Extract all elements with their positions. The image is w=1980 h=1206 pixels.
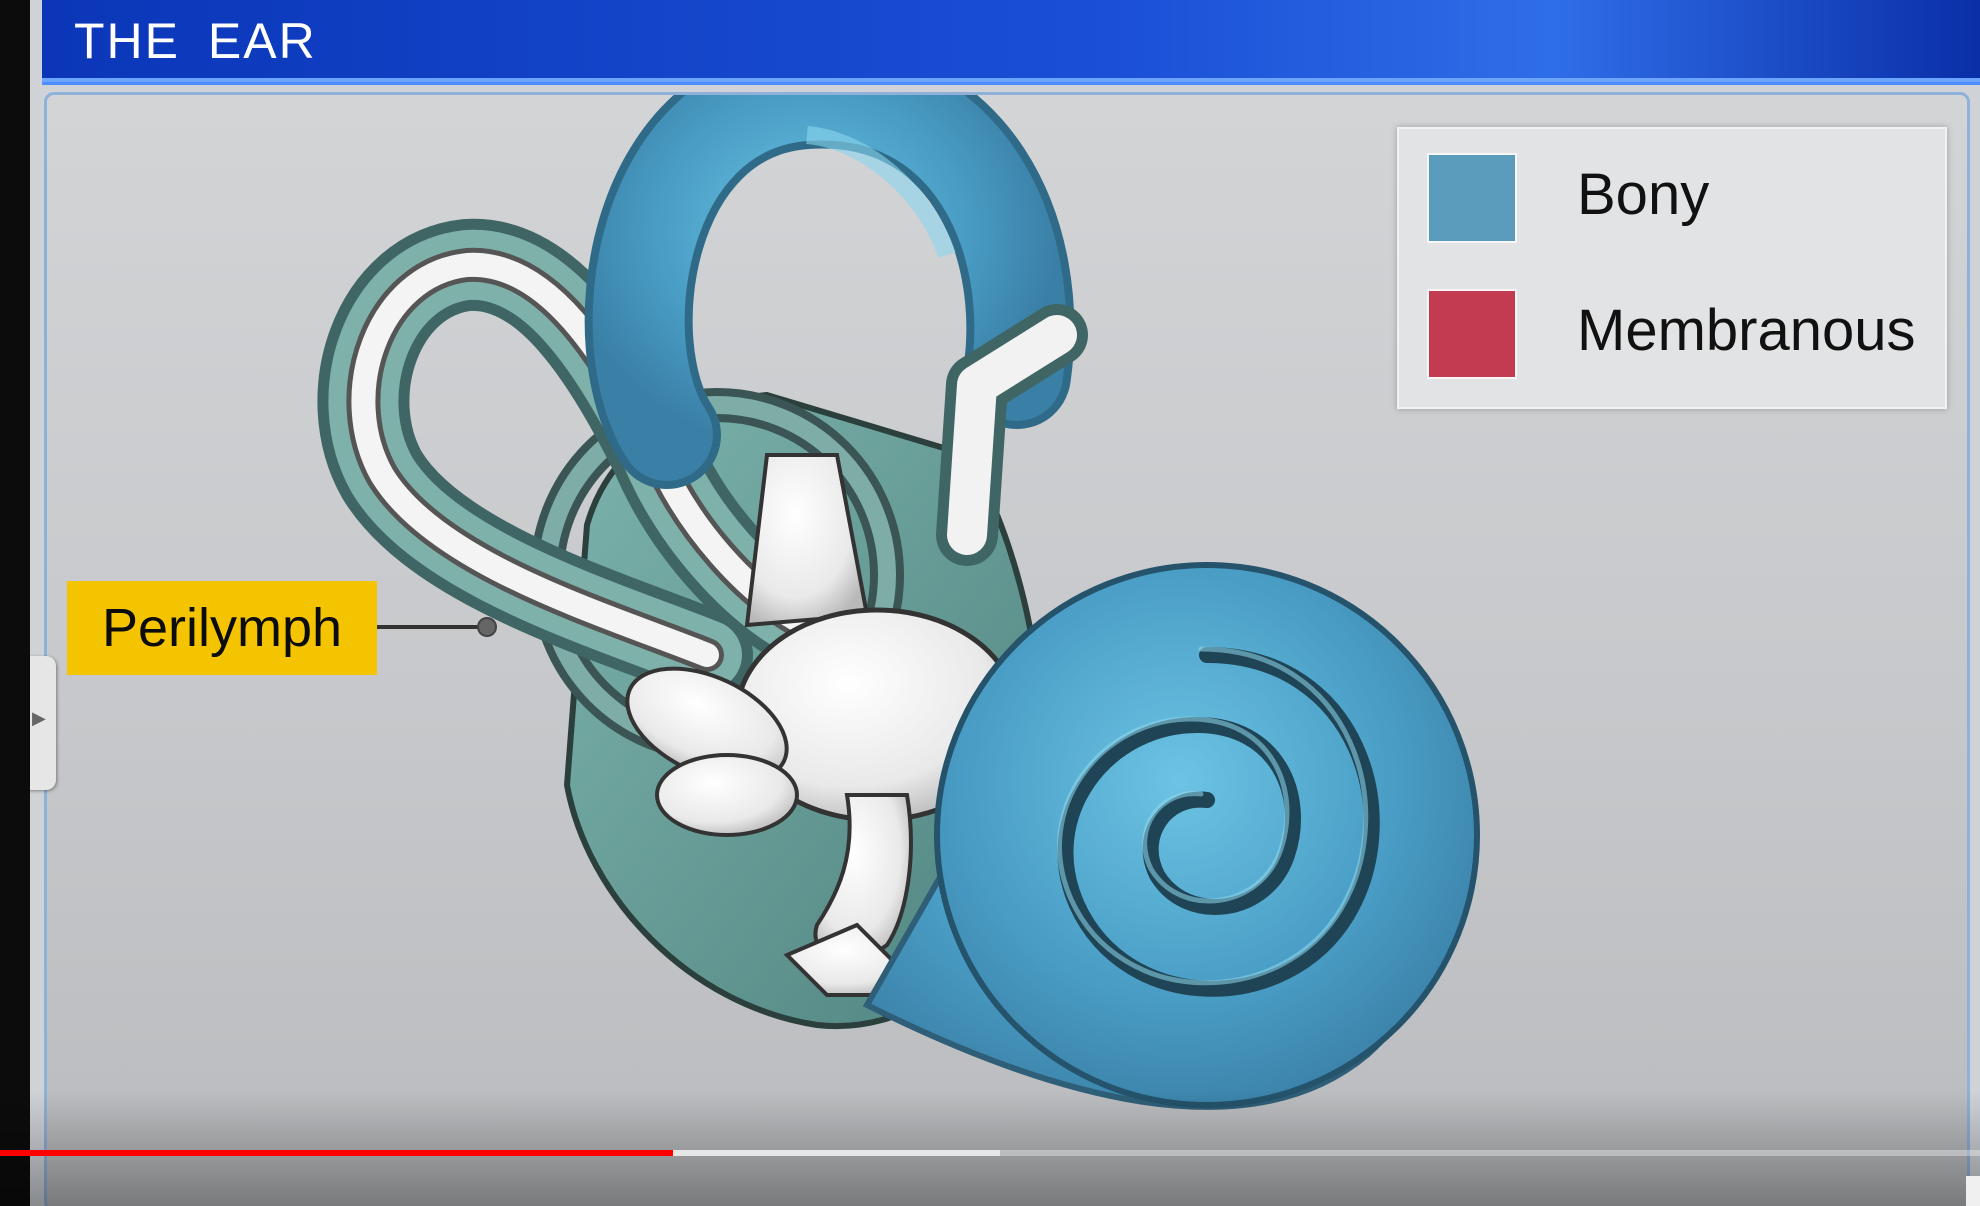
legend-label-bony: Bony (1577, 162, 1710, 227)
video-progress-played[interactable] (0, 1150, 674, 1156)
side-panel-toggle[interactable]: ▶ (30, 656, 56, 790)
callout-anchor-dot (477, 617, 497, 637)
lesson-stage: THE EAR Bony Membranous Perilymph ▶ (30, 0, 1980, 1206)
lesson-title: THE EAR (74, 13, 317, 69)
left-letterbox (0, 0, 30, 1206)
chevron-right-icon: ▶ (32, 708, 46, 728)
video-controls-shade (0, 1090, 1980, 1206)
perilymph-label: Perilymph (67, 581, 377, 675)
legend-swatch-membranous (1427, 289, 1517, 379)
illustration-panel: Bony Membranous Perilymph (44, 92, 1970, 1206)
title-bar: THE EAR (42, 0, 1980, 85)
legend: Bony Membranous (1397, 127, 1947, 409)
settings-button[interactable] (1966, 1176, 1980, 1206)
legend-swatch-bony (1427, 153, 1517, 243)
legend-label-membranous: Membranous (1577, 298, 1916, 363)
